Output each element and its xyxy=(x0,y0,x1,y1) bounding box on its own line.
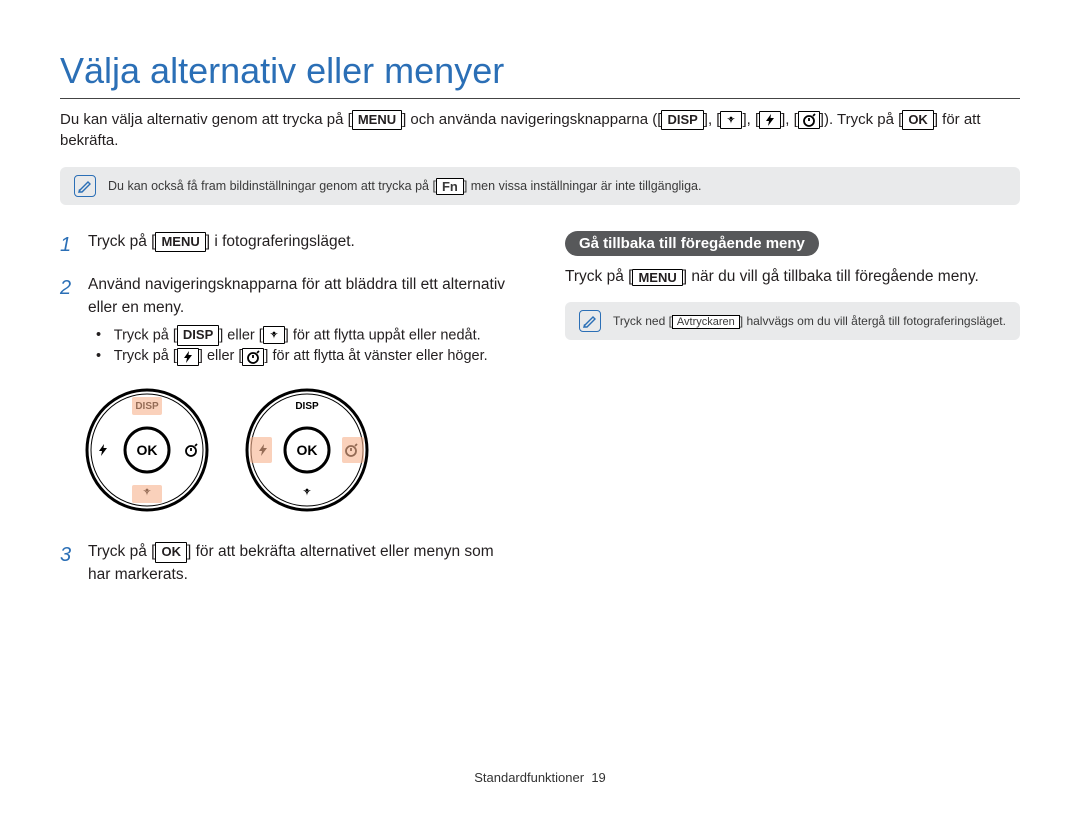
disp-button-inline: DISP xyxy=(661,110,703,130)
fn-button-inline: Fn xyxy=(436,178,464,195)
intro-part: ], [ xyxy=(781,111,798,128)
dial-ok-label: OK xyxy=(297,442,318,458)
dial-updown: DISP OK xyxy=(82,385,212,515)
intro-part: ], [ xyxy=(704,111,721,128)
page-number: 19 xyxy=(591,770,605,785)
section-heading: Gå tillbaka till föregående meny xyxy=(565,231,819,256)
dial-illustrations: DISP OK DISP OK xyxy=(82,385,515,515)
right-column: Gå tillbaka till föregående meny Tryck p… xyxy=(565,231,1020,600)
step-body: Tryck på [OK] för att bekräfta alternati… xyxy=(88,541,515,586)
step-body: Tryck på [MENU] i fotograferingsläget. xyxy=(88,231,515,260)
text: ] halvvägs om du vill återgå till fotogr… xyxy=(740,314,1006,328)
text: ] eller [ xyxy=(219,327,263,343)
text: Tryck ned [ xyxy=(613,314,672,328)
timer-icon xyxy=(242,348,264,366)
step-1: 1 Tryck på [MENU] i fotograferingsläget. xyxy=(60,231,515,260)
ok-button-inline: OK xyxy=(155,542,187,563)
text: Tryck på [ xyxy=(114,348,177,364)
flash-icon xyxy=(177,348,199,366)
disp-button-inline: DISP xyxy=(177,325,219,346)
right-paragraph: Tryck på [MENU] när du vill gå tillbaka … xyxy=(565,268,1020,286)
dial-ok-label: OK xyxy=(137,442,158,458)
dial-disp-label: DISP xyxy=(295,401,319,412)
text: ] för att flytta uppåt eller nedåt. xyxy=(285,327,481,343)
text: Tryck på [ xyxy=(114,327,177,343)
note-box-2: Tryck ned [Avtryckaren] halvvägs om du v… xyxy=(565,302,1020,340)
intro-part: ], [ xyxy=(742,111,759,128)
text: ] eller [ xyxy=(199,348,243,364)
step-2: 2 Använd navigeringsknapparna för att bl… xyxy=(60,274,515,367)
note-part: ] men vissa inställningar är inte tillgä… xyxy=(464,178,702,192)
intro-part: ] och använda navigeringsknapparna ([ xyxy=(402,111,661,128)
menu-button-inline: MENU xyxy=(352,110,402,130)
page-title: Välja alternativ eller menyer xyxy=(60,50,1020,99)
text: Tryck på [ xyxy=(88,233,155,250)
left-column: 1 Tryck på [MENU] i fotograferingsläget.… xyxy=(60,231,515,600)
text: ] när du vill gå tillbaka till föregåend… xyxy=(683,268,979,285)
step-body: Använd navigeringsknapparna för att bläd… xyxy=(88,274,515,367)
step-number: 3 xyxy=(60,541,78,586)
step-number: 2 xyxy=(60,274,78,367)
macro-icon xyxy=(263,326,285,344)
flash-icon xyxy=(759,111,781,129)
timer-icon xyxy=(798,111,820,129)
ok-button-inline: OK xyxy=(902,110,934,130)
note-text: Du kan också få fram bildinställningar g… xyxy=(108,178,701,195)
intro-part: Du kan välja alternativ genom att trycka… xyxy=(60,111,352,128)
page-footer: Standardfunktioner 19 xyxy=(0,770,1080,785)
sub-bullet: Tryck på [DISP] eller [ ] för att flytta … xyxy=(96,325,515,346)
note-text: Tryck ned [Avtryckaren] halvvägs om du v… xyxy=(613,314,1006,328)
menu-button-inline: MENU xyxy=(632,269,682,286)
note-icon xyxy=(74,175,96,197)
sub-bullet: Tryck på [ ] eller [ ] för att flytta åt v… xyxy=(96,346,515,367)
menu-button-inline: MENU xyxy=(155,232,205,253)
text: Använd navigeringsknapparna för att bläd… xyxy=(88,276,505,315)
text: Tryck på [ xyxy=(565,268,632,285)
step-3: 3 Tryck på [OK] för att bekräfta alterna… xyxy=(60,541,515,586)
note-box-1: Du kan också få fram bildinställningar g… xyxy=(60,167,1020,205)
footer-section: Standardfunktioner xyxy=(474,770,584,785)
text: ] för att flytta åt vänster eller höger. xyxy=(264,348,487,364)
note-part: Du kan också få fram bildinställningar g… xyxy=(108,178,436,192)
intro-part: ]). Tryck på [ xyxy=(820,111,903,128)
note-icon xyxy=(579,310,601,332)
macro-icon xyxy=(720,111,742,129)
shutter-button-label: Avtryckaren xyxy=(672,315,740,329)
dial-leftright: DISP OK xyxy=(242,385,372,515)
step-number: 1 xyxy=(60,231,78,260)
intro-text: Du kan välja alternativ genom att trycka… xyxy=(60,109,1020,151)
text: Tryck på [ xyxy=(88,543,155,560)
text: ] i fotograferingsläget. xyxy=(206,233,355,250)
